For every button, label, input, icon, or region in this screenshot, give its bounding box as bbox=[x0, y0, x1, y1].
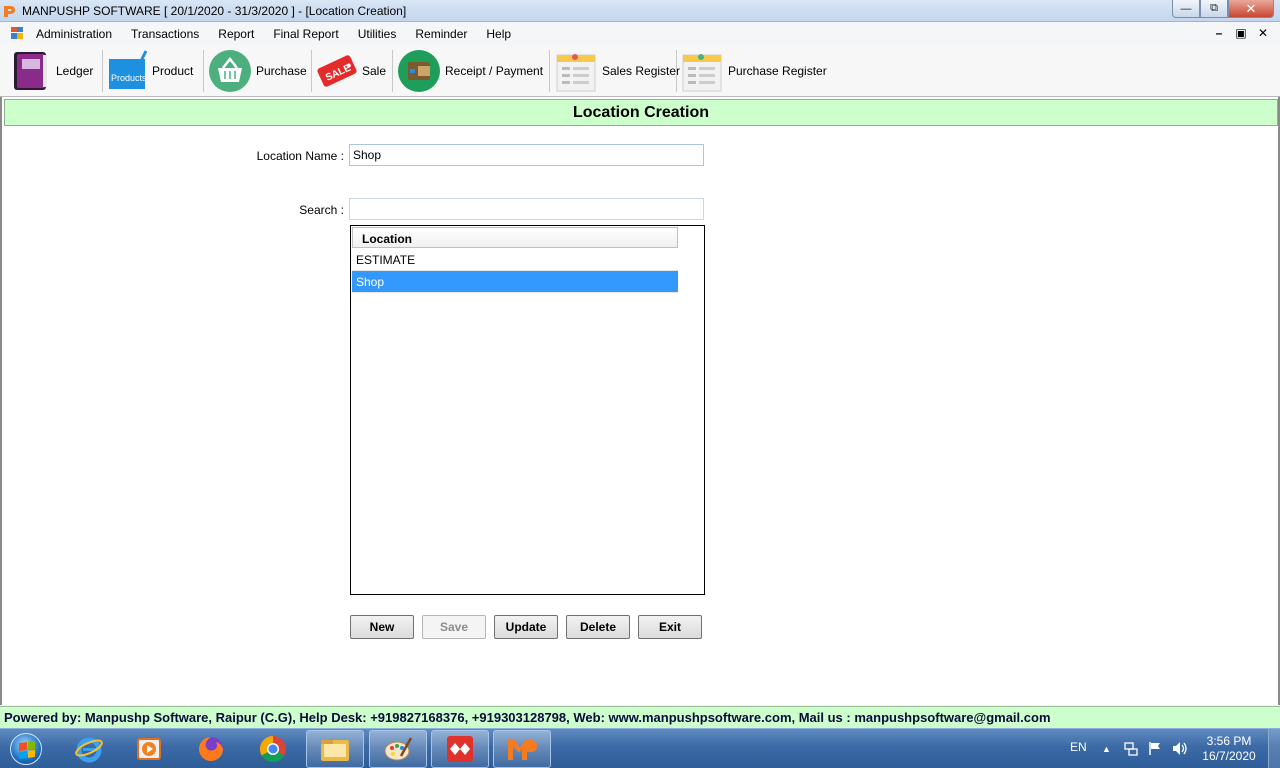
update-button[interactable]: Update bbox=[494, 615, 558, 639]
folder-icon bbox=[321, 740, 349, 761]
mdi-window-icon[interactable] bbox=[10, 26, 24, 40]
mdi-close-button[interactable]: ✕ bbox=[1252, 26, 1274, 40]
windows-logo-icon bbox=[10, 733, 42, 765]
toolbar-purchase-register-label: Purchase Register bbox=[728, 64, 827, 78]
menu-reminder[interactable]: Reminder bbox=[415, 27, 467, 41]
taskbar-anydesk[interactable] bbox=[431, 730, 489, 768]
network-icon[interactable] bbox=[1124, 742, 1138, 756]
restore-icon: ⧉ bbox=[1210, 2, 1218, 14]
save-button[interactable]: Save bbox=[422, 615, 486, 639]
toolbar-purchase-button[interactable]: Purchase bbox=[208, 47, 307, 95]
windows-taskbar: EN ▲ 3:56 PM 16/7/2020 bbox=[0, 728, 1280, 768]
volume-icon[interactable] bbox=[1172, 741, 1188, 756]
location-column-header[interactable]: Location bbox=[352, 227, 678, 248]
toolbar-purchase-register-button[interactable]: Purchase Register bbox=[680, 47, 827, 95]
toolbar-sale-button[interactable]: SALE Sale bbox=[316, 47, 386, 95]
system-clock[interactable]: 3:56 PM 16/7/2020 bbox=[1196, 734, 1262, 764]
toolbar-sales-register-label: Sales Register bbox=[602, 64, 681, 78]
list-item-selected[interactable]: Shop bbox=[352, 271, 678, 293]
minimize-icon: — bbox=[1180, 2, 1192, 15]
window-title: MANPUSHP SOFTWARE [ 20/1/2020 - 31/3/202… bbox=[22, 4, 407, 18]
menu-administration[interactable]: Administration bbox=[36, 27, 112, 41]
window-close-button[interactable]: ✕ bbox=[1228, 0, 1274, 18]
toolbar: Ledger Products Product Purchase SALE Sa… bbox=[0, 45, 1280, 97]
wallet-icon bbox=[398, 50, 440, 92]
toolbar-receipt-payment-label: Receipt / Payment bbox=[445, 64, 544, 78]
ledger-book-icon bbox=[14, 52, 47, 90]
toolbar-receipt-payment-button[interactable]: Receipt / Payment bbox=[397, 47, 543, 95]
language-indicator[interactable]: EN bbox=[1070, 740, 1087, 754]
mdi-minimize-button[interactable]: – bbox=[1208, 26, 1230, 40]
taskbar-firefox[interactable] bbox=[182, 730, 240, 768]
internet-explorer-icon bbox=[75, 737, 103, 763]
taskbar-file-explorer[interactable] bbox=[306, 730, 364, 768]
taskbar-chrome[interactable] bbox=[244, 730, 302, 768]
mdi-restore-button[interactable]: ▣ bbox=[1230, 26, 1252, 40]
media-player-icon bbox=[137, 738, 161, 760]
location-name-input[interactable] bbox=[349, 144, 704, 166]
shopping-basket-icon bbox=[209, 50, 251, 92]
menu-utilities[interactable]: Utilities bbox=[358, 27, 397, 41]
clock-date: 16/7/2020 bbox=[1202, 749, 1256, 763]
toolbar-sale-label: Sale bbox=[362, 64, 387, 78]
exit-button[interactable]: Exit bbox=[638, 615, 702, 639]
footer-info: Powered by: Manpushp Software, Raipur (C… bbox=[0, 706, 1280, 728]
show-hidden-icons-icon[interactable]: ▲ bbox=[1102, 744, 1111, 754]
start-button[interactable] bbox=[4, 731, 48, 767]
taskbar-manpushp-software[interactable] bbox=[493, 730, 551, 768]
location-name-label: Location Name : bbox=[256, 149, 344, 163]
app-logo-icon bbox=[4, 6, 15, 17]
location-list[interactable]: Location ESTIMATE Shop bbox=[350, 225, 705, 595]
manpushp-logo-icon bbox=[508, 740, 537, 760]
register-document-icon bbox=[682, 54, 722, 92]
show-desktop-button[interactable] bbox=[1268, 729, 1280, 768]
menu-transactions[interactable]: Transactions bbox=[131, 27, 199, 41]
clock-time: 3:56 PM bbox=[1206, 734, 1252, 748]
toolbar-purchase-label: Purchase bbox=[256, 64, 307, 78]
chrome-icon bbox=[259, 735, 286, 763]
menu-final-report[interactable]: Final Report bbox=[273, 27, 338, 41]
taskbar-paint[interactable] bbox=[369, 730, 427, 768]
search-label: Search : bbox=[299, 203, 344, 217]
paint-palette-icon bbox=[384, 737, 413, 761]
search-input[interactable] bbox=[349, 198, 704, 220]
sale-tag-icon: SALE bbox=[317, 55, 357, 87]
action-center-flag-icon[interactable] bbox=[1148, 741, 1162, 756]
window-restore-button[interactable]: ⧉ bbox=[1200, 0, 1228, 18]
products-icon-text: Products bbox=[111, 73, 147, 83]
menu-report[interactable]: Report bbox=[218, 27, 254, 41]
anydesk-icon bbox=[447, 736, 473, 762]
register-document-icon bbox=[556, 54, 596, 92]
toolbar-product-label: Product bbox=[152, 64, 194, 78]
window-minimize-button[interactable]: — bbox=[1172, 0, 1200, 18]
toolbar-sales-register-button[interactable]: Sales Register bbox=[554, 47, 680, 95]
taskbar-internet-explorer[interactable] bbox=[60, 730, 118, 768]
taskbar-media-player[interactable] bbox=[120, 730, 178, 768]
menu-help[interactable]: Help bbox=[486, 27, 511, 41]
window-title-bar: MANPUSHP SOFTWARE [ 20/1/2020 - 31/3/202… bbox=[0, 0, 1280, 22]
firefox-icon bbox=[199, 737, 223, 761]
menu-bar: Administration Transactions Report Final… bbox=[0, 22, 1280, 45]
form-title: Location Creation bbox=[4, 99, 1278, 126]
new-button[interactable]: New bbox=[350, 615, 414, 639]
list-item[interactable]: ESTIMATE bbox=[352, 249, 678, 271]
close-icon: ✕ bbox=[1245, 0, 1257, 16]
toolbar-ledger-button[interactable]: Ledger bbox=[10, 47, 93, 95]
products-checklist-icon: Products bbox=[109, 50, 148, 89]
toolbar-product-button[interactable]: Products Product bbox=[108, 47, 193, 95]
toolbar-ledger-label: Ledger bbox=[56, 64, 94, 78]
delete-button[interactable]: Delete bbox=[566, 615, 630, 639]
location-creation-form: Location Creation Location Name : Search… bbox=[0, 97, 1280, 705]
